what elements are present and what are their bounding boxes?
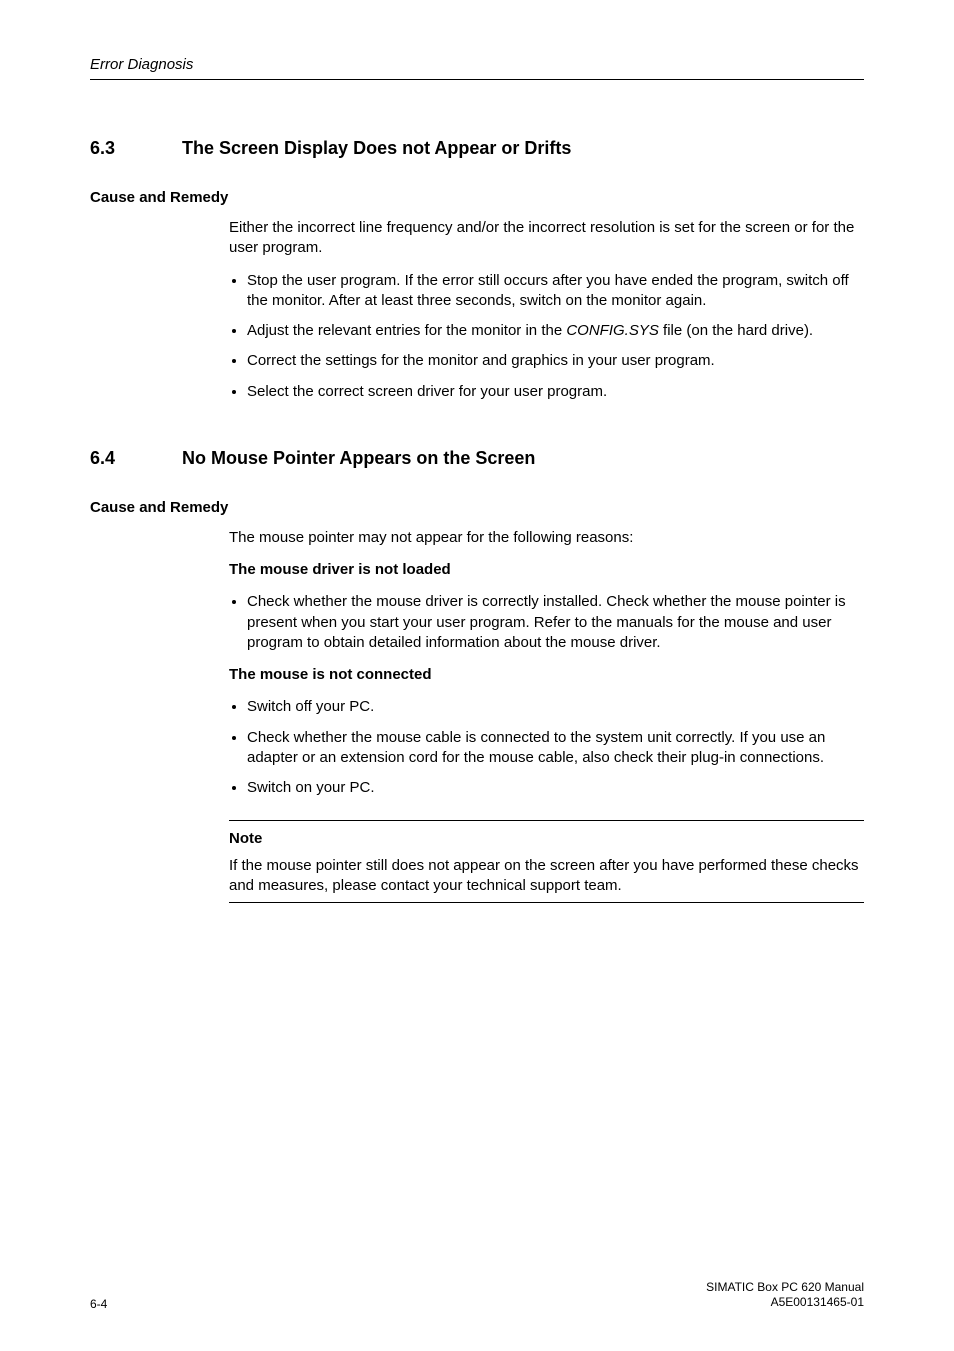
sec64-sub1: The mouse driver is not loaded [229, 560, 864, 580]
sec63-bullet-3: Correct the settings for the monitor and… [247, 351, 864, 371]
sec64-bullet-1: Check whether the mouse driver is correc… [247, 592, 864, 653]
cause-and-remedy-6-4: Cause and Remedy [90, 499, 864, 516]
note-label: Note [229, 829, 864, 849]
sec64-bullet-3: Check whether the mouse cable is connect… [247, 728, 864, 769]
section-6-3-title: The Screen Display Does not Appear or Dr… [182, 138, 571, 159]
sec63-bullets: Stop the user program. If the error stil… [229, 271, 864, 402]
section-6-4-number: 6.4 [90, 448, 146, 469]
sec63-intro: Either the incorrect line frequency and/… [229, 218, 864, 259]
page-footer: 6-4 SIMATIC Box PC 620 Manual A5E0013146… [90, 1280, 864, 1311]
sec63-b2-filename: CONFIG.SYS [566, 322, 659, 339]
cause-and-remedy-6-3: Cause and Remedy [90, 189, 864, 206]
sec63-bullet-2: Adjust the relevant entries for the moni… [247, 321, 864, 341]
note-body: If the mouse pointer still does not appe… [229, 856, 864, 904]
sec64-intro: The mouse pointer may not appear for the… [229, 528, 864, 548]
sec64-sub2: The mouse is not connected [229, 665, 864, 685]
sec63-bullet-4: Select the correct screen driver for you… [247, 382, 864, 402]
note-block: Note If the mouse pointer still does not… [229, 820, 864, 903]
section-6-3-heading: 6.3 The Screen Display Does not Appear o… [90, 138, 864, 159]
sec63-bullet-1: Stop the user program. If the error stil… [247, 271, 864, 312]
sec64-bullets-1: Check whether the mouse driver is correc… [229, 592, 864, 653]
sec63-b2-text-a: Adjust the relevant entries for the moni… [247, 322, 566, 339]
sec64-bullet-4: Switch on your PC. [247, 778, 864, 798]
running-header: Error Diagnosis [90, 56, 864, 80]
footer-doc-id: A5E00131465-01 [706, 1295, 864, 1311]
sec64-bullets-2: Switch off your PC. Check whether the mo… [229, 697, 864, 798]
section-6-3-number: 6.3 [90, 138, 146, 159]
sec64-bullet-2: Switch off your PC. [247, 697, 864, 717]
sec63-b2-text-b: file (on the hard drive). [659, 322, 813, 339]
section-6-4-heading: 6.4 No Mouse Pointer Appears on the Scre… [90, 448, 864, 469]
footer-page-number: 6-4 [90, 1297, 107, 1311]
footer-manual-title: SIMATIC Box PC 620 Manual [706, 1280, 864, 1296]
section-6-4-title: No Mouse Pointer Appears on the Screen [182, 448, 535, 469]
